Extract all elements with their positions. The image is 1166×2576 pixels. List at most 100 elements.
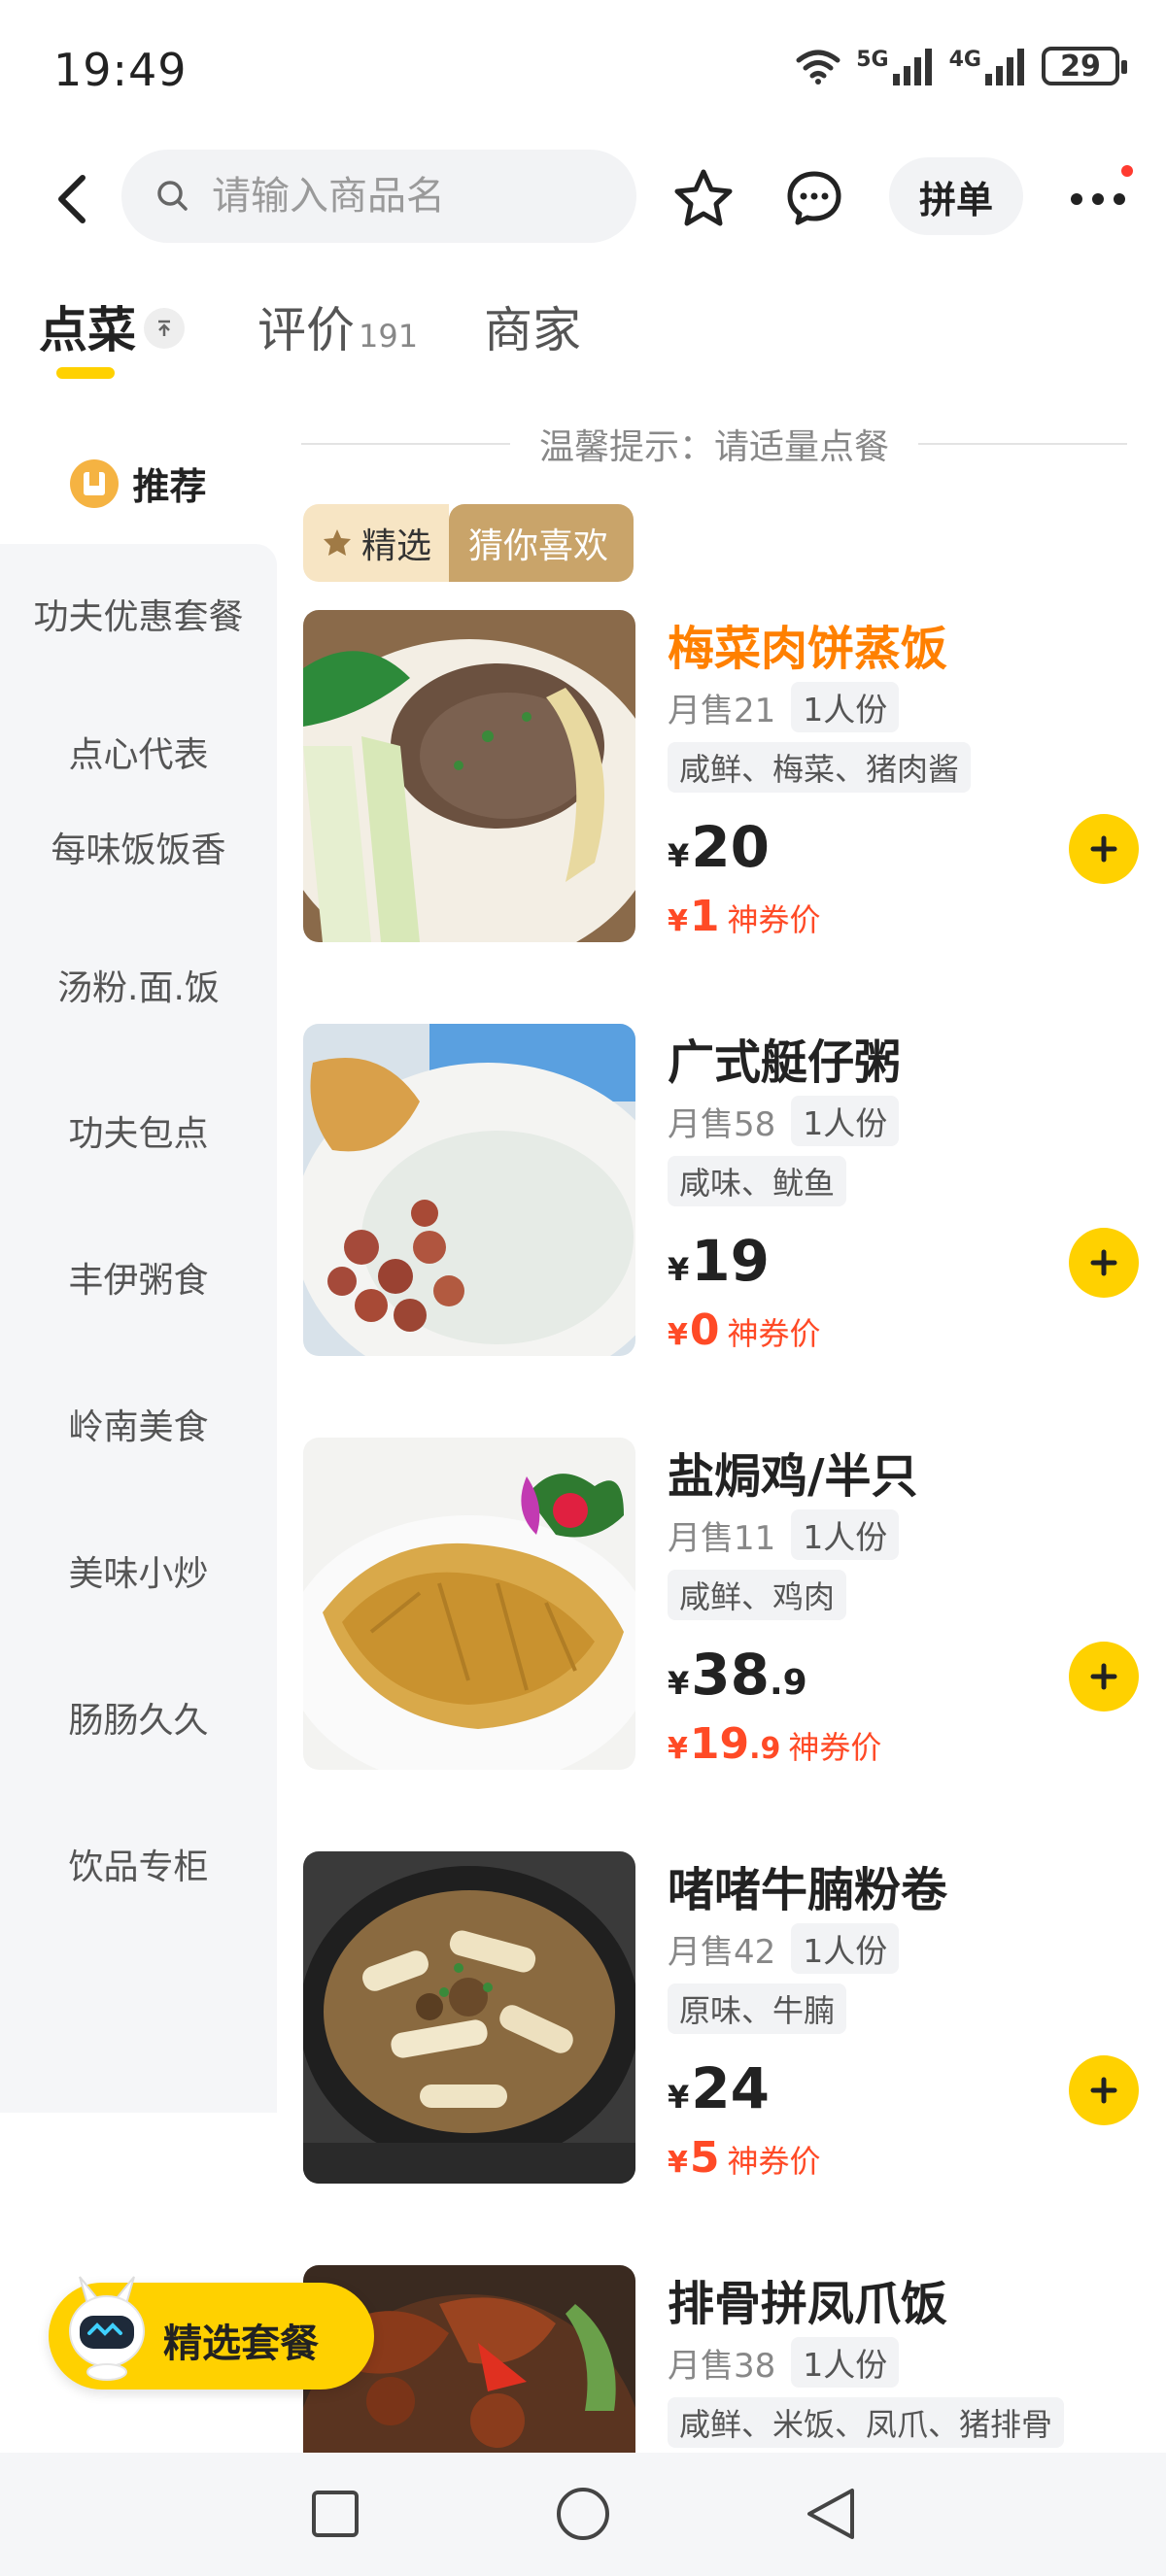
dish-price: ¥ 20 [668, 814, 770, 880]
dish-item[interactable]: 啫啫牛腩粉卷 月售42 1人份 原味、牛腩 ¥ 24 ¥ 5 神券价 [303, 1851, 1139, 2191]
dish-item[interactable]: 梅菜肉饼蒸饭 月售21 1人份 咸鲜、梅菜、猪肉酱 ¥ 20 ¥ 1 神券价 [303, 610, 1139, 950]
dish-price: ¥ 38 .9 [668, 1642, 807, 1708]
recommend-icon [70, 458, 120, 508]
filter-selected[interactable]: 精选 [303, 504, 450, 582]
portion-badge: 1人份 [791, 1923, 900, 1974]
sidebar-item[interactable]: 功夫优惠套餐 [19, 593, 257, 643]
net-5g-label: 5G [856, 48, 889, 72]
add-to-cart-button[interactable] [1069, 2055, 1139, 2125]
sidebar-item-recommend[interactable]: 推荐 [0, 423, 277, 544]
price-integer: 38 [691, 1642, 770, 1708]
coupon-integer: 0 [689, 1305, 720, 1355]
battery-level: 29 [1060, 49, 1101, 84]
dish-name: 排骨拼凤爪饭 [668, 2277, 948, 2331]
filter-selected-label: 精选 [361, 526, 432, 566]
dish-sold: 月售21 [668, 691, 776, 730]
sidebar-item[interactable]: 饮品专柜 [19, 1843, 257, 1893]
add-to-cart-button[interactable] [1069, 1228, 1139, 1298]
coupon-label: 神券价 [788, 1729, 882, 1766]
dish-item[interactable]: 盐焗鸡/半只 月售11 1人份 咸鲜、鸡肉 ¥ 38 .9 ¥ 19 .9 神券… [303, 1438, 1139, 1778]
back-button[interactable] [44, 165, 102, 233]
coupon-label: 神券价 [727, 901, 821, 938]
plus-icon [1090, 2077, 1117, 2104]
sidebar-item[interactable]: 美味小炒 [19, 1549, 257, 1600]
dish-meta: 月售42 1人份 [668, 1923, 900, 1974]
sidebar-item[interactable]: 岭南美食 [19, 1403, 257, 1453]
sidebar-item[interactable]: 肠肠久久 [19, 1696, 257, 1746]
triangle-back-icon [807, 2489, 854, 2539]
dish-tags: 咸味、鱿鱼 [668, 1156, 847, 1206]
tab-reviews-label: 评价 [257, 302, 355, 358]
coupon-price: ¥ 0 神券价 [668, 1305, 821, 1355]
status-bar: 19:49 5G 4G 29 [0, 0, 1166, 146]
dish-item[interactable]: 广式艇仔粥 月售58 1人份 咸味、鱿鱼 ¥ 19 ¥ 0 神券价 [303, 1024, 1139, 1364]
dish-tags: 原味、牛腩 [668, 1983, 847, 2034]
dish-meta: 月售58 1人份 [668, 1096, 900, 1146]
dish-meta: 月售38 1人份 [668, 2337, 900, 2388]
screen: 19:49 5G 4G 29 请输入商品名 拼单 点菜 评价 191 商家 推荐… [0, 0, 1166, 2576]
category-sidebar: 推荐 功夫优惠套餐 点心代表 每味饭饭香 汤粉.面.饭 功夫包点 丰伊粥食 岭南… [0, 423, 277, 2453]
price-integer: 19 [691, 1228, 770, 1294]
chat-button[interactable] [777, 161, 851, 235]
search-icon [157, 181, 188, 211]
sidebar-item[interactable]: 功夫包点 [19, 1109, 257, 1160]
dish-name: 梅菜肉饼蒸饭 [668, 622, 948, 676]
add-to-cart-button[interactable] [1069, 1642, 1139, 1712]
plus-icon [1090, 835, 1117, 863]
currency-symbol: ¥ [668, 2146, 688, 2180]
favorite-button[interactable] [667, 161, 740, 235]
price-integer: 20 [691, 814, 770, 880]
collapse-icon[interactable] [144, 308, 185, 349]
coupon-integer: 1 [689, 892, 720, 941]
coupon-label: 神券价 [727, 1315, 821, 1352]
currency-symbol: ¥ [668, 904, 688, 938]
recent-apps-button[interactable] [301, 2480, 369, 2548]
coupon-price: ¥ 5 神券价 [668, 2133, 821, 2183]
search-bar[interactable] [121, 150, 636, 243]
dish-item[interactable]: 排骨拼凤爪饭 月售38 1人份 咸鲜、米饭、凤爪、猪排骨 [303, 2265, 1139, 2453]
sidebar-item[interactable]: 丰伊粥食 [19, 1256, 257, 1306]
coupon-integer: 19 [689, 1719, 750, 1769]
signal-5g-icon: 5G [856, 47, 935, 85]
notification-dot [1121, 165, 1133, 177]
order-hint: 温馨提示：请适量点餐 [301, 420, 1128, 468]
dish-sold: 月售58 [668, 1104, 776, 1144]
wifi-icon [796, 50, 840, 85]
portion-badge: 1人份 [791, 1509, 900, 1560]
plus-icon [1090, 1663, 1117, 1690]
add-to-cart-button[interactable] [1069, 814, 1139, 884]
combo-label: 精选套餐 [163, 2322, 319, 2366]
filter-guess[interactable]: 猜你喜欢 [449, 504, 634, 582]
currency-symbol: ¥ [668, 1665, 690, 1702]
dish-meta: 月售21 1人份 [668, 682, 900, 732]
dish-price: ¥ 24 [668, 2055, 770, 2121]
more-button[interactable] [1059, 165, 1137, 233]
price-decimal: .9 [769, 1663, 807, 1703]
star-badge-icon [324, 529, 351, 556]
system-back-button[interactable] [797, 2480, 865, 2548]
battery-icon: 29 [1042, 47, 1127, 85]
dish-tags: 咸鲜、鸡肉 [668, 1570, 847, 1620]
tab-order[interactable]: 点菜 [39, 291, 185, 361]
tab-merchant-label: 商家 [484, 302, 581, 358]
dish-image [303, 1851, 635, 2184]
search-input[interactable] [212, 174, 600, 219]
circle-icon [557, 2488, 609, 2540]
dish-sold: 月售42 [668, 1932, 776, 1972]
tab-merchant[interactable]: 商家 [484, 291, 581, 361]
dish-image [303, 610, 635, 942]
sidebar-item[interactable]: 每味饭饭香 [19, 826, 257, 876]
divider [918, 443, 1128, 445]
hint-text: 温馨提示：请适量点餐 [539, 427, 890, 467]
sidebar-item[interactable]: 汤粉.面.饭 [19, 964, 257, 1014]
home-button[interactable] [549, 2480, 617, 2548]
currency-symbol: ¥ [668, 1318, 688, 1352]
sidebar-item[interactable]: 点心代表 [19, 730, 257, 781]
combo-button[interactable]: 精选套餐 [49, 2276, 374, 2390]
tab-reviews[interactable]: 评价 191 [257, 291, 418, 361]
dish-image [303, 1024, 635, 1356]
more-dots-icon [1071, 193, 1125, 205]
coupon-label: 神券价 [727, 2143, 821, 2180]
group-order-button[interactable]: 拼单 [889, 157, 1023, 235]
dish-name: 啫啫牛腩粉卷 [668, 1863, 948, 1917]
